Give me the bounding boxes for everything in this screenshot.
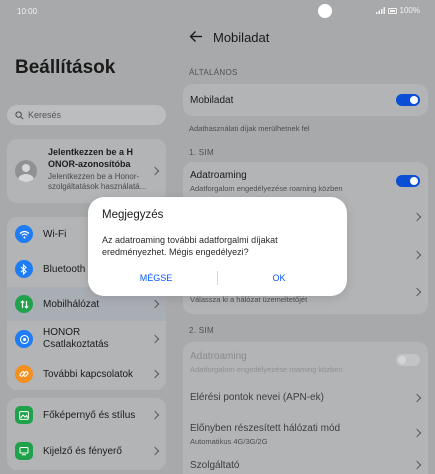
sidebar-item-label: Bluetooth <box>43 264 86 275</box>
sidebar-item-label: HONOR Csatlakoztatás <box>43 327 109 350</box>
display-group: Főképernyő és stílus Kijelző és fényerő <box>7 398 166 470</box>
fees-note: Adathasználati díjak merülhetnek fel <box>189 124 310 133</box>
dialog-message: Az adatroaming további adatforgalmi díja… <box>102 235 278 257</box>
sim2-apn-label: Elérési pontok nevei (APN-ek) <box>190 392 324 403</box>
sim2-preferred-subtitle: Automatikus 4G/3G/2G <box>190 437 268 446</box>
section-header-sim2: 2. SIM <box>189 326 214 335</box>
sidebar-item-label: Wi-Fi <box>43 229 67 240</box>
search-input[interactable]: Keresés <box>7 105 166 125</box>
account-card[interactable]: Jelentkezzen be a H ONOR-azonosítóba Jel… <box>7 139 166 203</box>
panel-title: Mobiladat <box>213 30 270 45</box>
button-divider <box>217 271 218 285</box>
bluetooth-icon <box>15 260 33 278</box>
link-icon <box>15 365 33 383</box>
sidebar-item-honor-connect[interactable]: HONOR Csatlakoztatás <box>7 321 166 357</box>
sim1-roaming-toggle[interactable] <box>396 175 420 187</box>
account-title: Jelentkezzen be a H ONOR-azonosítóba <box>48 147 134 169</box>
mobile-network-icon <box>15 295 33 313</box>
sidebar-item-home-screen[interactable]: Főképernyő és stílus <box>7 398 166 432</box>
chevron-right-icon <box>412 250 422 260</box>
search-placeholder: Keresés <box>28 110 62 120</box>
sim1-network-subtitle: Válassza ki a hálózat üzemeltetőjét <box>190 295 308 304</box>
sim1-roaming-subtitle: Adatforgalom engedélyezése roaming közbe… <box>190 184 343 193</box>
sim2-roaming-title: Adatroaming <box>190 351 247 362</box>
honor-connect-icon <box>15 330 33 348</box>
cancel-button[interactable]: MÉGSE <box>101 273 211 283</box>
home-screen-icon <box>15 406 33 424</box>
sidebar-item-display[interactable]: Kijelző és fényerő <box>7 434 166 468</box>
wifi-icon <box>15 225 33 243</box>
display-icon <box>15 442 33 460</box>
page-title: Beállítások <box>15 57 116 78</box>
mobile-data-label: Mobiladat <box>190 95 234 106</box>
chevron-right-icon <box>150 334 160 344</box>
sim2-apn-row[interactable]: Elérési pontok nevei (APN-ek) <box>183 382 428 412</box>
section-header-sim1: 1. SIM <box>189 148 214 157</box>
sim2-preferred-row[interactable]: Előnyben részesített hálózati mód Automa… <box>183 416 428 450</box>
section-header-general: ÁLTALÁNOS <box>189 68 238 77</box>
roaming-confirm-dialog: Megjegyzés Az adatroaming további adatfo… <box>88 197 347 296</box>
sim2-provider-label: Szolgáltató <box>190 460 240 471</box>
chevron-right-icon <box>412 393 422 403</box>
sim2-card: Adatroaming Adatforgalom engedélyezése r… <box>183 342 428 474</box>
sim1-roaming-row[interactable]: Adatroaming Adatforgalom engedélyezése r… <box>183 162 428 196</box>
sim1-roaming-title: Adatroaming <box>190 170 247 181</box>
sidebar-item-label: Mobilhálózat <box>43 299 100 310</box>
sim2-roaming-subtitle: Adatforgalom engedélyezése roaming közbe… <box>190 365 343 374</box>
sidebar-item-more-connections[interactable]: További kapcsolatok <box>7 357 166 390</box>
chevron-right-icon <box>150 410 160 420</box>
account-subtitle: Jelentkezzen be a Honor-szolgáltatások h… <box>48 172 147 191</box>
chevron-right-icon <box>150 369 160 379</box>
sidebar-item-label: Kijelző és fényerő <box>43 446 122 457</box>
ok-button[interactable]: OK <box>224 273 334 283</box>
mobile-data-row[interactable]: Mobiladat <box>183 84 428 116</box>
chevron-right-icon <box>412 212 422 222</box>
chevron-right-icon <box>150 446 160 456</box>
sim2-preferred-title: Előnyben részesített hálózati mód <box>190 423 341 434</box>
dialog-title: Megjegyzés <box>102 209 164 221</box>
chevron-right-icon <box>150 166 160 176</box>
mobile-data-toggle[interactable] <box>396 94 420 106</box>
sidebar-item-label: Főképernyő és stílus <box>43 410 136 421</box>
sidebar-item-label: További kapcsolatok <box>43 369 134 380</box>
chevron-right-icon <box>412 287 422 297</box>
back-arrow-icon[interactable] <box>189 30 203 43</box>
avatar-icon <box>15 160 37 182</box>
sim2-roaming-row: Adatroaming Adatforgalom engedélyezése r… <box>183 342 428 378</box>
chevron-right-icon <box>412 428 422 438</box>
sim2-provider-row[interactable]: Szolgáltató <box>183 454 428 474</box>
sim2-roaming-toggle <box>396 354 420 366</box>
chevron-right-icon <box>412 460 422 470</box>
search-icon <box>15 110 24 119</box>
chevron-right-icon <box>150 299 160 309</box>
